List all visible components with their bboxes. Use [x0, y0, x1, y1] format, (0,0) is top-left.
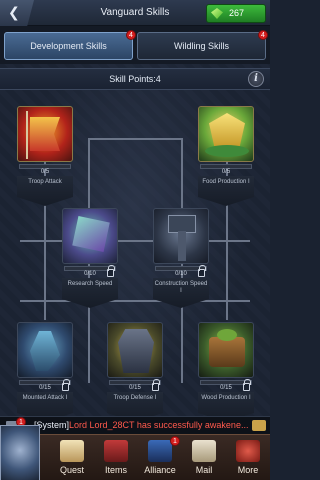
troop-attack-icon: [17, 106, 73, 162]
skill-tabs: Development Skills 4 Wildling Skills 4: [0, 26, 270, 64]
skill-points-label: Skill Points:4: [109, 74, 161, 84]
troop-defense-icon: [107, 322, 163, 378]
construction-speed-icon: [153, 208, 209, 264]
tree-connector: [44, 150, 46, 320]
nav-label: Alliance: [144, 465, 176, 475]
mail-envelope-icon: [192, 440, 216, 462]
alliance-badge: 1: [170, 436, 180, 446]
back-arrow-icon[interactable]: ❮: [0, 0, 34, 26]
avatar[interactable]: [0, 425, 40, 480]
skill-level: 0/5: [221, 169, 231, 175]
more-menu-icon: [236, 440, 260, 462]
items-chest-icon: [104, 440, 128, 462]
research-speed-icon: [62, 208, 118, 264]
tab-badge: 4: [258, 30, 268, 40]
system-message: Lord Lord_28CT has successfully awakene.…: [69, 420, 249, 430]
lock-icon: [107, 265, 115, 277]
skill-points-bar: Skill Points:4 i: [0, 68, 270, 90]
ticker-text: [System]Lord Lord_28CT has successfully …: [34, 417, 248, 434]
skill-name: Food Production I: [202, 179, 250, 185]
skill-name: Troop Defense I: [113, 395, 157, 401]
skill-name: Construction Speed I: [154, 281, 208, 294]
tab-development-skills[interactable]: Development Skills: [4, 32, 133, 60]
nav-mail[interactable]: Mail: [182, 435, 226, 480]
skill-name: Troop Attack: [28, 179, 62, 185]
chat-icon[interactable]: [252, 420, 266, 431]
page-title: Vanguard Skills: [100, 7, 170, 18]
bottom-nav: Quest Items Alliance 1 Mail More: [0, 425, 270, 480]
skill-name: Wood Production I: [201, 395, 251, 401]
lock-icon: [62, 379, 70, 391]
gem-icon: [211, 8, 223, 19]
food-production-icon: [198, 106, 254, 162]
tree-connector: [20, 240, 250, 242]
tab-wildling-skills[interactable]: Wildling Skills: [137, 32, 266, 60]
gems-counter[interactable]: 267: [206, 4, 266, 23]
nav-label: Items: [104, 465, 127, 475]
nav-label: Quest: [59, 465, 84, 475]
skill-name: Mounted Attack I: [22, 395, 68, 401]
mounted-attack-icon: [17, 322, 73, 378]
tab-label: Wildling Skills: [173, 41, 229, 51]
lock-icon: [198, 265, 206, 277]
system-message-ticker[interactable]: 1 [System]Lord Lord_28CT has successfull…: [0, 416, 270, 434]
wood-production-icon: [198, 322, 254, 378]
nav-quest[interactable]: Quest: [50, 435, 94, 480]
tab-badge: 4: [126, 30, 136, 40]
nav-label: Mail: [195, 465, 213, 475]
gems-value: 267: [229, 8, 245, 18]
skill-level: 0/5: [40, 169, 50, 175]
tab-label: Development Skills: [30, 41, 107, 51]
tree-connector: [88, 138, 182, 140]
lock-icon: [152, 379, 160, 391]
tree-connector: [20, 300, 250, 302]
quest-scroll-icon: [60, 440, 84, 462]
tree-connector: [226, 150, 228, 320]
skill-name: Research Speed: [67, 281, 113, 287]
lock-icon: [243, 379, 251, 391]
info-icon[interactable]: i: [248, 71, 264, 87]
nav-label: More: [237, 465, 259, 475]
nav-items[interactable]: Items: [94, 435, 138, 480]
nav-more[interactable]: More: [226, 435, 270, 480]
top-bar: ❮ Vanguard Skills 267: [0, 0, 270, 26]
alliance-banner-icon: [148, 440, 172, 462]
